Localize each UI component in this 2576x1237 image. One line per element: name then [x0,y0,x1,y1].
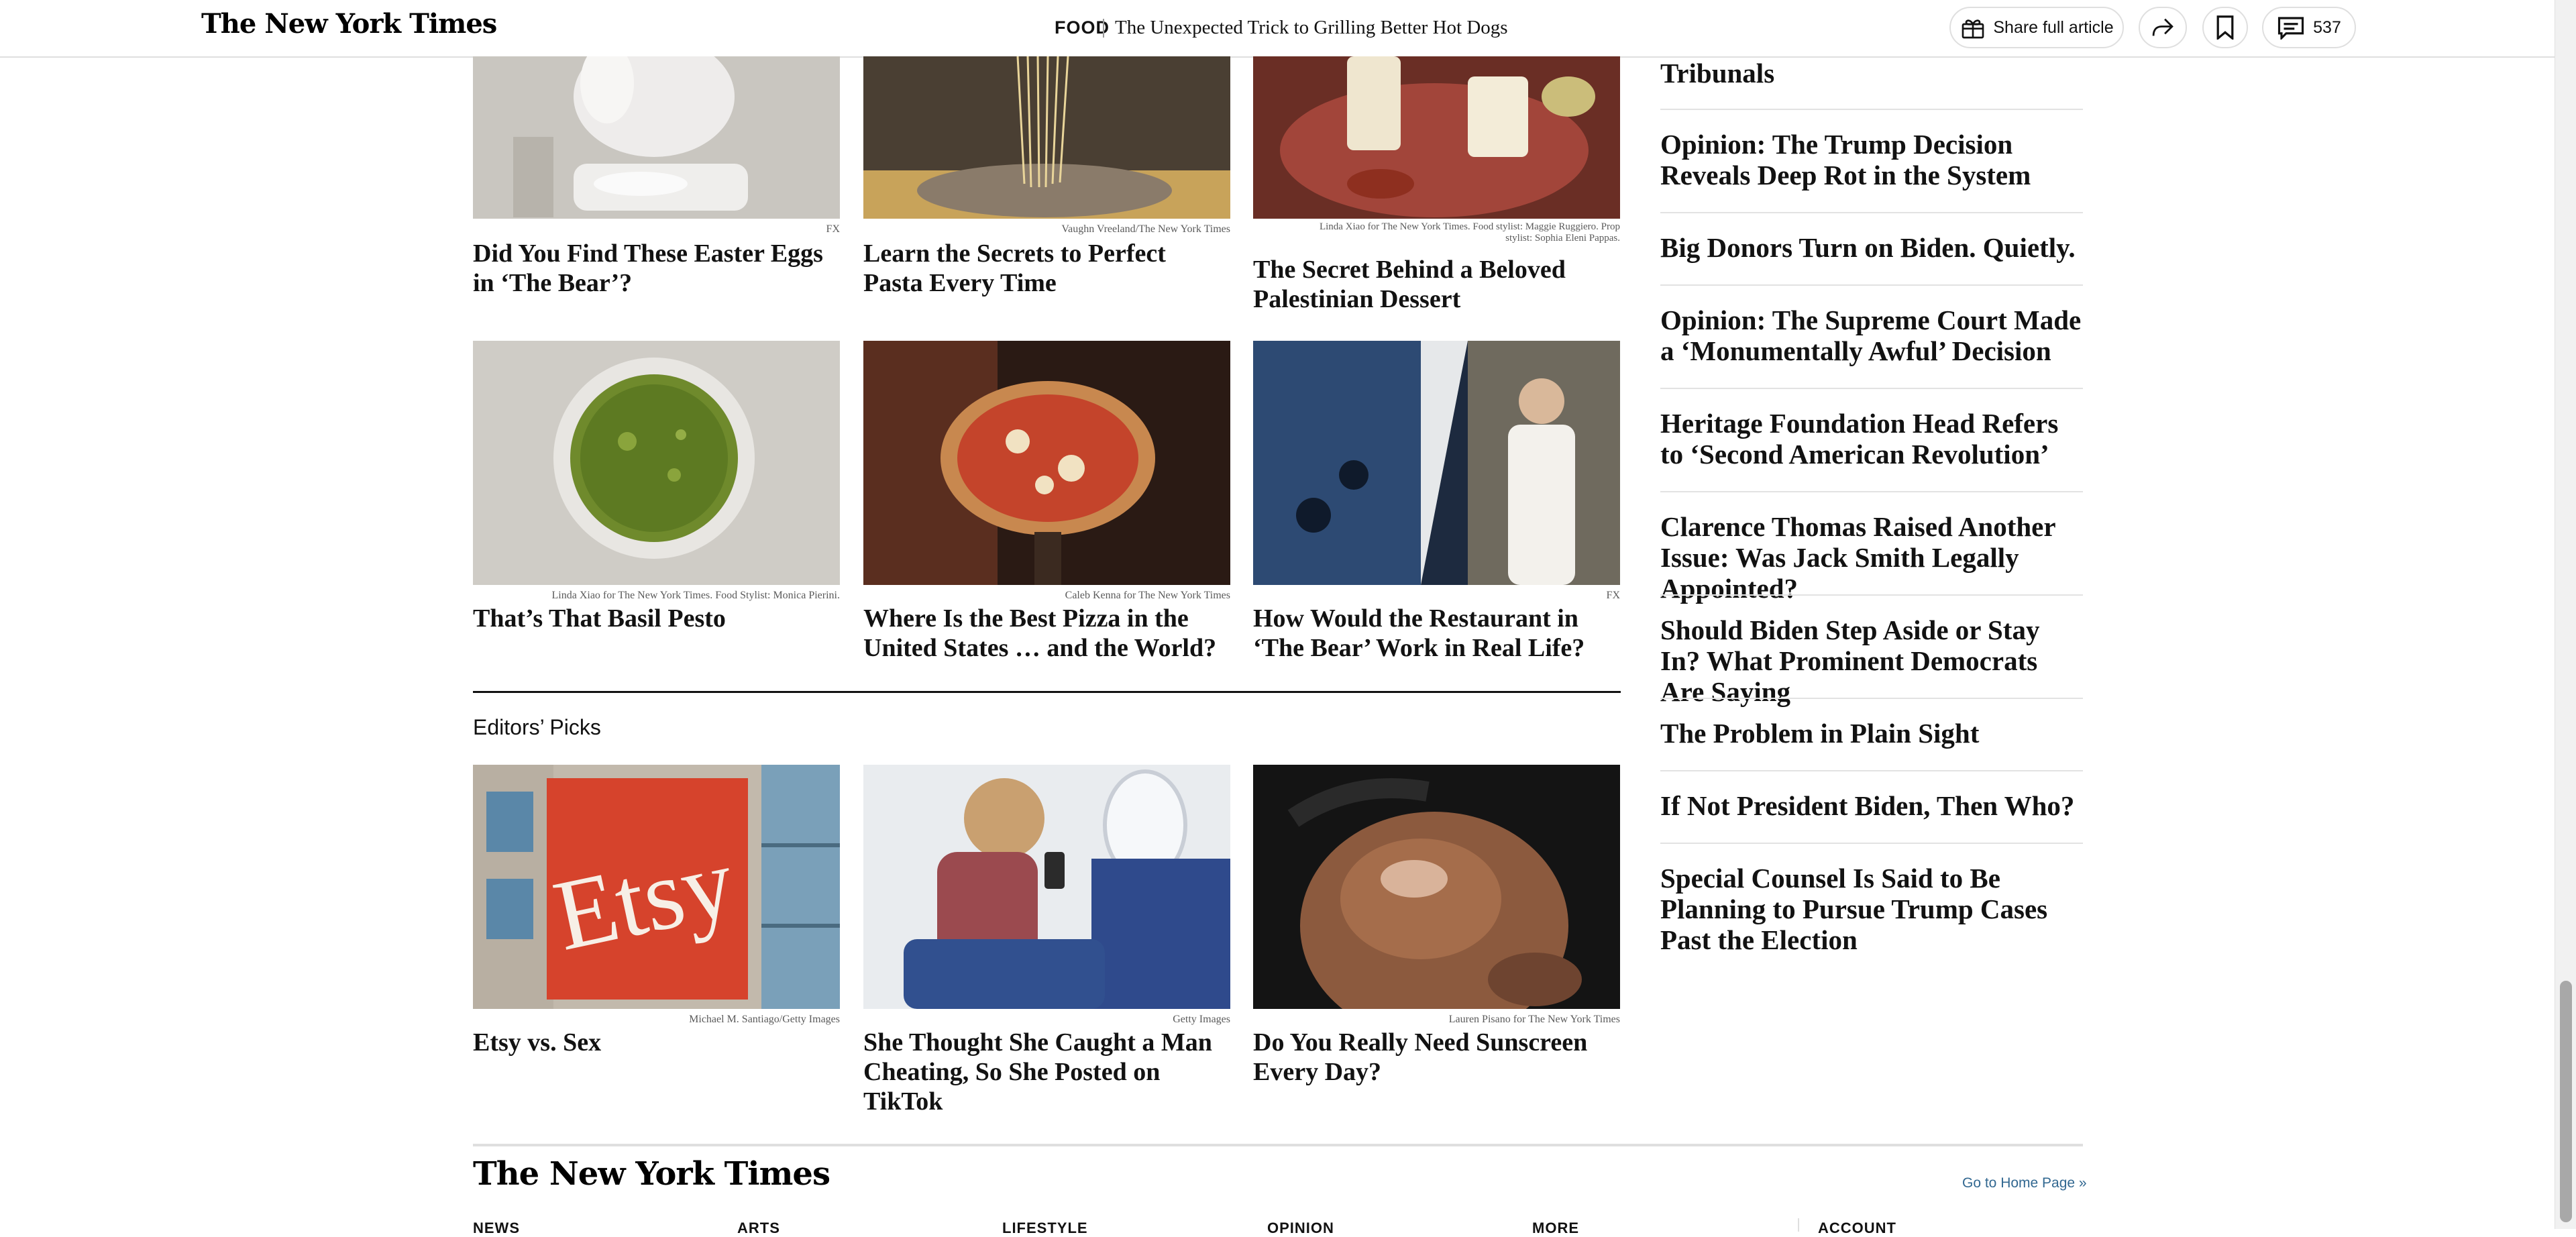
divider [1103,19,1104,38]
story-card[interactable]: Linda Xiao for The New York Times. Food … [473,341,840,676]
pizza-photo[interactable] [863,341,1230,585]
story-headline[interactable]: Where Is the Best Pizza in the United St… [863,604,1230,663]
rail-headline[interactable]: Should Biden Step Aside or Stay In? What… [1660,614,2083,707]
story-card[interactable]: FX Did You Find These Easter Eggs in ‘Th… [473,56,840,325]
divider [1660,491,2083,492]
photo-credit: Linda Xiao for The New York Times. Food … [1319,221,1620,244]
scrollbar-thumb[interactable] [2560,981,2572,1222]
photo-credit: Linda Xiao for The New York Times. Food … [551,590,841,601]
divider [1660,594,2083,596]
story-headline[interactable]: Did You Find These Easter Eggs in ‘The B… [473,239,840,298]
gift-icon [1962,19,1984,39]
footer-nav-news[interactable]: NEWS [473,1220,520,1237]
story-card[interactable]: Linda Xiao for The New York Times. Food … [1253,56,1620,325]
section-label[interactable]: FOOD [1055,17,1110,38]
photo-credit: Vaughn Vreeland/The New York Times [1061,223,1230,235]
share-label: Share full article [1993,17,2114,37]
go-to-home-page-link[interactable]: Go to Home Page » [1962,1175,2087,1191]
save-bookmark-button[interactable] [2202,7,2248,48]
sunscreen-shoulder-photo[interactable] [1253,765,1620,1009]
share-arrow-icon [2152,18,2174,36]
chef-plating-photo[interactable] [473,56,840,219]
comments-button[interactable]: 537 [2262,7,2356,48]
divider [1660,109,2083,110]
rail-headline[interactable]: Special Counsel Is Said to Be Planning t… [1660,863,2083,955]
nyt-logo[interactable]: The New York Times [201,8,497,40]
divider [1660,843,2083,844]
top-bar: The New York Times FOOD The Unexpected T… [0,0,2555,58]
etsy-sign-photo[interactable]: Etsy [473,765,840,1009]
divider [1798,1218,1799,1232]
nyt-footer-logo[interactable]: The New York Times [473,1155,830,1193]
divider [1660,770,2083,771]
story-card[interactable]: Caleb Kenna for The New York Times Where… [863,341,1230,676]
photo-credit: Caleb Kenna for The New York Times [1065,590,1230,601]
comment-count: 537 [2313,17,2341,37]
story-card[interactable]: FX How Would the Restaurant in ‘The Bear… [1253,341,1620,676]
footer-nav-more[interactable]: MORE [1532,1220,1579,1237]
photo-credit: Getty Images [1173,1014,1230,1025]
story-headline[interactable]: How Would the Restaurant in ‘The Bear’ W… [1253,604,1620,663]
photo-credit: Michael M. Santiago/Getty Images [689,1014,840,1025]
restaurant-photo[interactable] [1253,341,1620,585]
airplane-phone-photo[interactable] [863,765,1230,1009]
rail-headline[interactable]: If Not President Biden, Then Who? [1660,790,2083,821]
page-scrollbar[interactable] [2555,0,2576,1229]
footer-nav-opinion[interactable]: OPINION [1267,1220,1334,1237]
story-card[interactable]: Etsy Michael M. Santiago/Getty Images Et… [473,765,840,1073]
footer-divider [473,1144,2083,1146]
pesto-photo[interactable] [473,341,840,585]
footer-nav-arts[interactable]: ARTS [737,1220,780,1237]
bookmark-icon [2216,15,2234,40]
photo-credit: Lauren Pisano for The New York Times [1448,1014,1620,1025]
comment-icon [2278,17,2304,40]
story-headline[interactable]: Learn the Secrets to Perfect Pasta Every… [863,239,1230,298]
editors-picks-heading: Editors’ Picks [473,715,601,739]
story-headline[interactable]: The Secret Behind a Beloved Palestinian … [1253,255,1620,314]
section-divider [473,691,1621,693]
story-headline[interactable]: She Thought She Caught a Man Cheating, S… [863,1028,1230,1116]
rail-headline[interactable]: Heritage Foundation Head Refers to ‘Seco… [1660,408,2083,470]
story-headline[interactable]: Etsy vs. Sex [473,1028,840,1057]
rail-headline[interactable]: Tribunals [1660,58,2083,89]
article-title: The Unexpected Trick to Grilling Better … [1115,17,1508,38]
rail-headline[interactable]: Opinion: The Supreme Court Made a ‘Monum… [1660,305,2083,366]
rail-headline[interactable]: Big Donors Turn on Biden. Quietly. [1660,232,2083,263]
pasta-photo[interactable] [863,56,1230,219]
story-card[interactable]: Vaughn Vreeland/The New York Times Learn… [863,56,1230,325]
story-card[interactable]: Lauren Pisano for The New York Times Do … [1253,765,1620,1087]
share-arrow-button[interactable] [2139,7,2187,48]
rail-headline[interactable]: Clarence Thomas Raised Another Issue: Wa… [1660,511,2083,604]
story-card[interactable]: Getty Images She Thought She Caught a Ma… [863,765,1230,1116]
footer-nav-lifestyle[interactable]: LIFESTYLE [1002,1220,1088,1237]
divider [1660,212,2083,213]
share-full-article-button[interactable]: Share full article [1949,7,2124,48]
story-headline[interactable]: Do You Really Need Sunscreen Every Day? [1253,1028,1620,1087]
photo-credit: FX [1606,590,1620,601]
story-headline[interactable]: That’s That Basil Pesto [473,604,840,633]
divider [1660,284,2083,286]
divider [1660,698,2083,699]
footer-nav-account[interactable]: ACCOUNT [1818,1220,1896,1237]
photo-credit: FX [826,223,840,235]
dessert-photo[interactable] [1253,56,1620,219]
rail-headline[interactable]: The Problem in Plain Sight [1660,718,2083,749]
divider [1660,388,2083,389]
rail-headline[interactable]: Opinion: The Trump Decision Reveals Deep… [1660,129,2083,191]
